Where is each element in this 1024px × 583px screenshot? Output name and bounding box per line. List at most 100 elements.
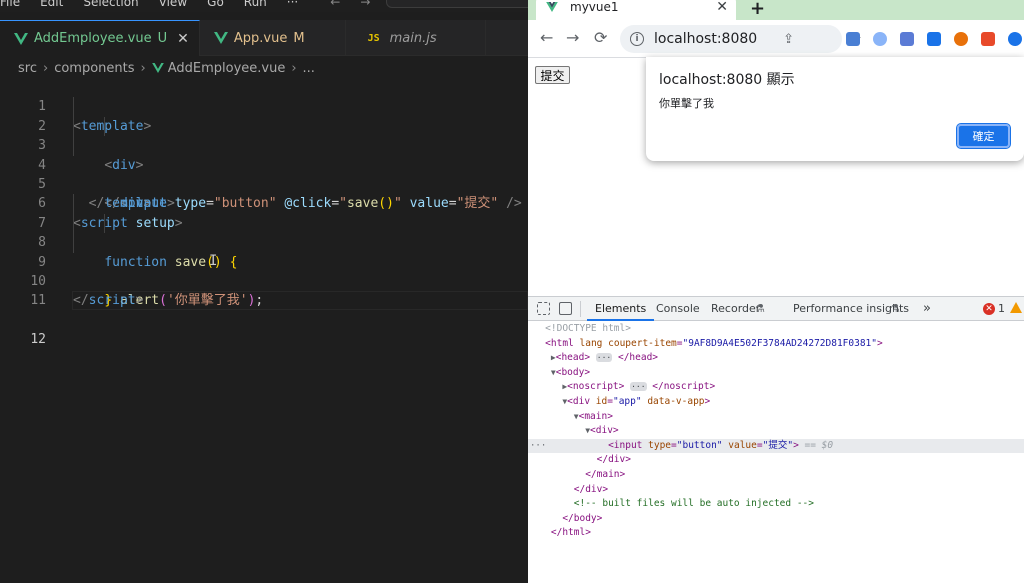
share-icon[interactable]: ⇪ <box>783 32 794 47</box>
divider <box>580 301 581 317</box>
menu-edit[interactable]: Edit <box>40 0 63 9</box>
tab-addemployee[interactable]: AddEmployee.vue U ✕ <box>0 20 200 56</box>
forward-arrow-icon[interactable]: → <box>360 0 370 9</box>
dom-node[interactable]: </div> <box>528 483 1024 498</box>
tab-elements[interactable]: Elements <box>587 297 655 321</box>
dom-node[interactable]: ▶<noscript> ··· </noscript> <box>528 380 1024 395</box>
dom-node[interactable]: </html> <box>528 526 1024 541</box>
warning-icon[interactable] <box>1010 302 1022 313</box>
forward-arrow-icon[interactable]: → <box>566 28 579 47</box>
url-text: localhost:8080 <box>654 31 758 47</box>
indent-guide <box>73 213 74 234</box>
code-line: 1 <template> <box>0 78 528 133</box>
vue-icon <box>151 63 164 73</box>
menu-go[interactable]: Go <box>207 0 224 9</box>
breadcrumb-file[interactable]: AddEmployee.vue <box>168 61 286 76</box>
address-bar[interactable]: i localhost:8080 ⇪ ☆ <box>620 25 862 53</box>
site-info-icon[interactable]: i <box>630 32 644 46</box>
menu-more[interactable]: ··· <box>287 0 298 9</box>
tab-label: App.vue <box>233 30 288 46</box>
indent-guide <box>73 194 74 214</box>
alert-title: localhost:8080 顯示 <box>659 72 795 88</box>
tab-label: main.js <box>389 30 437 46</box>
dom-node-selected[interactable]: ··· <input type="button" value="提交"> == … <box>528 438 1024 454</box>
close-icon[interactable]: ✕ <box>716 0 728 15</box>
dom-node[interactable]: ▼<div> <box>528 424 1024 439</box>
color-extension-icon[interactable] <box>954 32 968 46</box>
selected-node-marker: == $0 <box>798 439 834 451</box>
chevron-right-icon: › <box>140 60 146 76</box>
tab-app-vue[interactable]: App.vue M <box>200 20 346 56</box>
network-extension-icon[interactable] <box>981 32 995 46</box>
code-line: 5 </template> <box>0 156 528 211</box>
more-icon[interactable]: ··· <box>530 439 546 454</box>
vscode-window: File Edit Selection View Go Run ··· ← → … <box>0 0 528 583</box>
alert-dialog: localhost:8080 顯示 你單擊了我 確定 <box>646 57 1024 161</box>
tab-main-js[interactable]: JS main.js <box>346 20 486 56</box>
indent-guide <box>73 116 74 137</box>
breadcrumb-symbol[interactable]: ... <box>303 61 315 76</box>
alert-message: 你單擊了我 <box>659 97 714 110</box>
back-arrow-icon[interactable]: ← <box>330 0 340 9</box>
inspect-element-icon[interactable] <box>537 302 550 315</box>
error-icon[interactable]: ✕ <box>983 303 995 315</box>
dom-node[interactable]: </div> <box>528 453 1024 468</box>
dom-node[interactable]: <html lang coupert-item="9AF8D9A4E502F37… <box>528 337 1024 352</box>
breadcrumb: src › components › AddEmployee.vue › ... <box>0 57 528 79</box>
code-line-current: 12 <box>0 291 528 347</box>
extension-icon[interactable] <box>900 32 914 46</box>
menu-bar: File Edit Selection View Go Run ··· ← → <box>0 0 528 12</box>
back-arrow-icon[interactable]: ← <box>540 28 553 47</box>
browser-toolbar: ← → ⟳ i localhost:8080 ⇪ ☆ <box>528 20 1024 58</box>
devtools-tabs: Elements Console Recorder ⚗ Performance … <box>528 297 1024 321</box>
chevron-right-icon: › <box>42 60 49 76</box>
search-extension-icon[interactable] <box>873 32 887 46</box>
current-line-highlight <box>72 291 528 311</box>
code-line: 11 <box>0 272 528 308</box>
new-tab-icon[interactable]: + <box>750 0 765 19</box>
tab-console[interactable]: Console <box>656 297 700 321</box>
sync-extension-icon[interactable] <box>1008 32 1022 46</box>
chevron-right-icon: › <box>291 60 297 76</box>
menu-run[interactable]: Run <box>244 0 267 9</box>
dom-node[interactable]: </main> <box>528 468 1024 483</box>
dom-node[interactable]: <!DOCTYPE html> <box>528 322 1024 337</box>
reload-icon[interactable]: ⟳ <box>594 28 607 47</box>
breadcrumb-components[interactable]: components <box>54 61 134 76</box>
more-tabs-icon[interactable]: » <box>923 297 931 321</box>
dom-node[interactable]: ▼<main> <box>528 410 1024 425</box>
line-number: 12 <box>30 332 46 348</box>
code-editor[interactable]: 1 <template> 2 <div> 3 <input type="butt… <box>0 78 528 347</box>
code-line: 3 <input type="button" @click="save()" v… <box>0 116 528 211</box>
code-line: 6 <script setup> <box>0 175 528 230</box>
code-line: 8 alert('你單擊了我'); <box>0 213 528 308</box>
tab-status-untracked: U <box>157 31 168 46</box>
devtools-panel: Elements Console Recorder ⚗ Performance … <box>528 296 1024 583</box>
dom-node[interactable]: ▼<body> <box>528 366 1024 381</box>
browser-tab[interactable]: myvue1 ✕ <box>536 0 736 20</box>
submit-button[interactable]: 提交 <box>535 66 570 84</box>
tab-recorder[interactable]: Recorder <box>711 297 760 321</box>
indent-guide <box>73 136 74 156</box>
flask-icon: ⚗ <box>755 302 765 315</box>
download-extension-icon[interactable] <box>927 32 941 46</box>
close-icon[interactable]: ✕ <box>177 31 189 47</box>
ok-button[interactable]: 確定 <box>956 123 1011 149</box>
indent-guide <box>73 97 74 117</box>
command-center[interactable] <box>386 0 528 8</box>
menu-view[interactable]: View <box>159 0 187 9</box>
dom-node[interactable]: </body> <box>528 512 1024 527</box>
menu-file[interactable]: File <box>0 0 20 9</box>
browser-tab-bar: myvue1 ✕ + <box>528 0 1024 20</box>
menu-selection[interactable]: Selection <box>83 0 138 9</box>
translate-extension-icon[interactable] <box>846 32 860 46</box>
device-toolbar-icon[interactable] <box>559 302 572 315</box>
breadcrumb-src[interactable]: src <box>18 61 37 76</box>
dom-node[interactable]: ▶<head> ··· </head> <box>528 351 1024 366</box>
tab-status-modified: M <box>293 30 305 46</box>
text-cursor-icon: I <box>209 253 218 269</box>
js-icon: JS <box>367 32 380 44</box>
dom-node[interactable]: ▼<div id="app" data-v-app> <box>528 395 1024 410</box>
dom-node[interactable]: <!-- built files will be auto injected -… <box>528 497 1024 512</box>
dom-tree[interactable]: <!DOCTYPE html> <html lang coupert-item=… <box>528 322 1024 541</box>
